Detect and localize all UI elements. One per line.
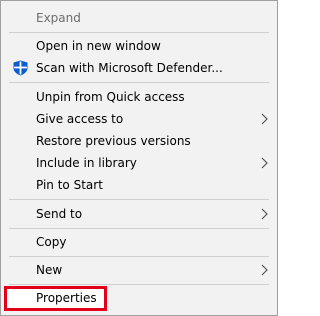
defender-shield-icon bbox=[13, 60, 28, 76]
menu-item-send-to[interactable]: Send to bbox=[2, 203, 276, 225]
menu-item-expand[interactable]: Expand bbox=[2, 7, 276, 29]
chevron-right-icon bbox=[261, 113, 268, 125]
menu-item-restore-previous-versions-label: Restore previous versions bbox=[36, 134, 191, 148]
menu-item-include-in-library[interactable]: Include in library bbox=[2, 152, 276, 174]
menu-separator bbox=[9, 228, 269, 229]
chevron-right-icon bbox=[261, 208, 268, 220]
menu-item-copy[interactable]: Copy bbox=[2, 231, 276, 253]
menu-item-send-to-label: Send to bbox=[36, 207, 83, 221]
context-menu: Expand Open in new window Scan with Micr… bbox=[0, 0, 278, 316]
menu-item-pin-to-start[interactable]: Pin to Start bbox=[2, 174, 276, 196]
menu-item-include-in-library-label: Include in library bbox=[36, 156, 137, 170]
menu-item-open-in-new-window[interactable]: Open in new window bbox=[2, 35, 276, 57]
menu-item-scan-with-defender-label: Scan with Microsoft Defender... bbox=[36, 61, 223, 75]
menu-item-properties[interactable]: Properties bbox=[2, 287, 276, 309]
menu-item-new[interactable]: New bbox=[2, 259, 276, 281]
menu-item-scan-with-defender[interactable]: Scan with Microsoft Defender... bbox=[2, 57, 276, 79]
menu-item-give-access-to-label: Give access to bbox=[36, 112, 124, 126]
menu-item-pin-to-start-label: Pin to Start bbox=[36, 178, 103, 192]
menu-separator bbox=[9, 82, 269, 83]
menu-separator bbox=[9, 284, 269, 285]
menu-item-expand-label: Expand bbox=[36, 11, 81, 25]
chevron-right-icon bbox=[261, 264, 268, 276]
chevron-right-icon bbox=[261, 157, 268, 169]
menu-item-copy-label: Copy bbox=[36, 235, 67, 249]
menu-item-new-label: New bbox=[36, 263, 63, 277]
menu-item-properties-label: Properties bbox=[36, 291, 97, 305]
menu-separator bbox=[9, 256, 269, 257]
menu-separator bbox=[9, 32, 269, 33]
menu-separator bbox=[9, 199, 269, 200]
menu-item-open-in-new-window-label: Open in new window bbox=[36, 39, 161, 53]
menu-item-restore-previous-versions[interactable]: Restore previous versions bbox=[2, 130, 276, 152]
menu-item-unpin-from-quick-access-label: Unpin from Quick access bbox=[36, 90, 185, 104]
menu-item-give-access-to[interactable]: Give access to bbox=[2, 108, 276, 130]
menu-item-unpin-from-quick-access[interactable]: Unpin from Quick access bbox=[2, 86, 276, 108]
